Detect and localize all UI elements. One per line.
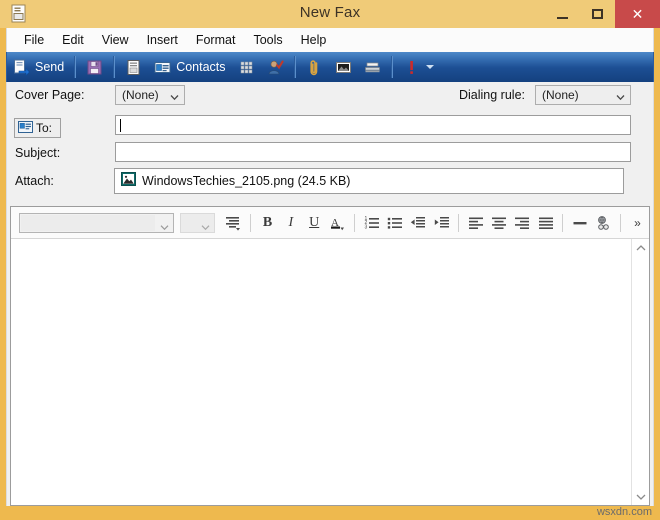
toolbar-separator [562,213,564,232]
subject-input[interactable] [115,142,631,162]
document-icon [125,59,142,76]
subject-label: Subject: [15,146,61,160]
close-icon: ✕ [631,5,644,22]
message-editor: B I U A 123 » [10,206,650,506]
formatting-toolbar: B I U A 123 » [11,207,649,239]
person-check-icon [267,59,284,76]
bold-button[interactable]: B [257,212,278,234]
dialing-rule-select[interactable]: (None) [535,85,631,105]
paperclip-icon [306,59,323,76]
toolbar-separator [354,213,356,232]
contact-card-icon [154,59,171,76]
maximize-button[interactable] [580,0,615,28]
overflow-button[interactable]: » [627,212,648,234]
picture-icon [335,59,352,76]
horizontal-rule-button[interactable] [569,212,590,234]
save-button[interactable] [81,55,108,79]
chevron-down-icon [160,219,169,230]
menu-item-help[interactable]: Help [292,31,336,49]
to-input[interactable] [115,115,631,135]
maximize-icon [592,9,603,19]
close-button[interactable]: ✕ [615,0,660,28]
attach-label: Attach: [15,174,54,188]
send-icon [13,59,30,76]
font-family-value [21,214,155,231]
watermark: wsxdn.com [596,506,652,518]
align-center-button[interactable] [488,212,509,234]
dialing-rule-label: Dialing rule: [459,88,526,102]
contact-card-icon [18,120,33,136]
menu-item-format[interactable]: Format [187,31,245,49]
contacts-button[interactable]: Contacts [149,55,230,79]
insert-picture-button[interactable] [330,55,357,79]
title-bar: New Fax ✕ [0,0,660,28]
menu-item-tools[interactable]: Tools [244,31,291,49]
dial-pad-button[interactable] [233,55,260,79]
floppy-disk-icon [86,59,103,76]
toolbar-separator [74,56,77,78]
cover-page-value: (None) [122,88,159,102]
attachment-file-name: WindowsTechies_2105.png (24.5 KB) [142,174,351,188]
align-left-button[interactable] [465,212,486,234]
send-button[interactable]: Send [8,55,69,79]
toolbar-separator [293,56,296,78]
exclamation-icon [403,59,420,76]
scan-button[interactable] [359,55,386,79]
menu-item-view[interactable]: View [93,31,138,49]
toolbar-separator [458,213,460,232]
bulleted-list-button[interactable] [384,212,405,234]
message-body[interactable] [11,239,631,505]
minimize-icon [557,16,568,19]
chevron-down-icon [201,219,210,230]
scanner-icon [364,59,381,76]
to-button[interactable]: To: [14,118,61,138]
toolbar-separator [619,213,621,232]
menu-bar: File Edit View Insert Format Tools Help [6,28,654,52]
underline-button[interactable]: U [304,212,325,234]
toolbar-separator [113,56,116,78]
image-file-icon [121,171,136,191]
numbered-list-button[interactable]: 123 [361,212,382,234]
document-properties-button[interactable] [120,55,147,79]
chevron-down-icon [616,91,625,101]
menu-item-insert[interactable]: Insert [138,31,187,49]
keypad-icon [238,59,255,76]
attach-file-button[interactable] [301,55,328,79]
toolbar-separator [390,56,393,78]
minimize-button[interactable] [545,0,580,28]
justify-button[interactable] [535,212,556,234]
window-frame-bottom [0,506,660,520]
fax-window: New Fax ✕ File Edit View Insert Format T… [0,0,660,520]
decrease-indent-button[interactable] [408,212,429,234]
menu-item-edit[interactable]: Edit [53,31,93,49]
cover-page-label: Cover Page: [15,88,85,102]
attachment-list[interactable]: WindowsTechies_2105.png (24.5 KB) [114,168,624,194]
vertical-scrollbar[interactable] [631,239,649,505]
chevron-down-icon [170,91,179,101]
contacts-button-label: Contacts [176,60,226,74]
text-caret [120,119,121,132]
caption-buttons: ✕ [545,0,660,28]
menu-item-file[interactable]: File [15,31,53,49]
insert-hyperlink-button[interactable] [593,212,614,234]
font-family-select[interactable] [19,212,174,233]
priority-button[interactable] [398,55,439,79]
scroll-up-button[interactable] [632,239,649,256]
svg-text:3: 3 [364,224,367,230]
chevron-down-icon[interactable] [425,65,434,69]
align-right-button[interactable] [512,212,533,234]
scroll-down-button[interactable] [632,488,649,505]
main-toolbar: Send Contacts [6,52,654,82]
cover-page-select[interactable]: (None) [115,85,185,105]
paragraph-style-button[interactable] [223,212,244,234]
dialing-rule-value: (None) [542,88,579,102]
check-names-button[interactable] [262,55,289,79]
italic-button[interactable]: I [280,212,301,234]
increase-indent-button[interactable] [431,212,452,234]
to-button-label: To: [36,121,53,135]
font-size-select[interactable] [179,212,215,233]
font-color-button[interactable]: A [327,212,348,234]
send-button-label: Send [35,60,65,74]
toolbar-separator [249,213,251,232]
